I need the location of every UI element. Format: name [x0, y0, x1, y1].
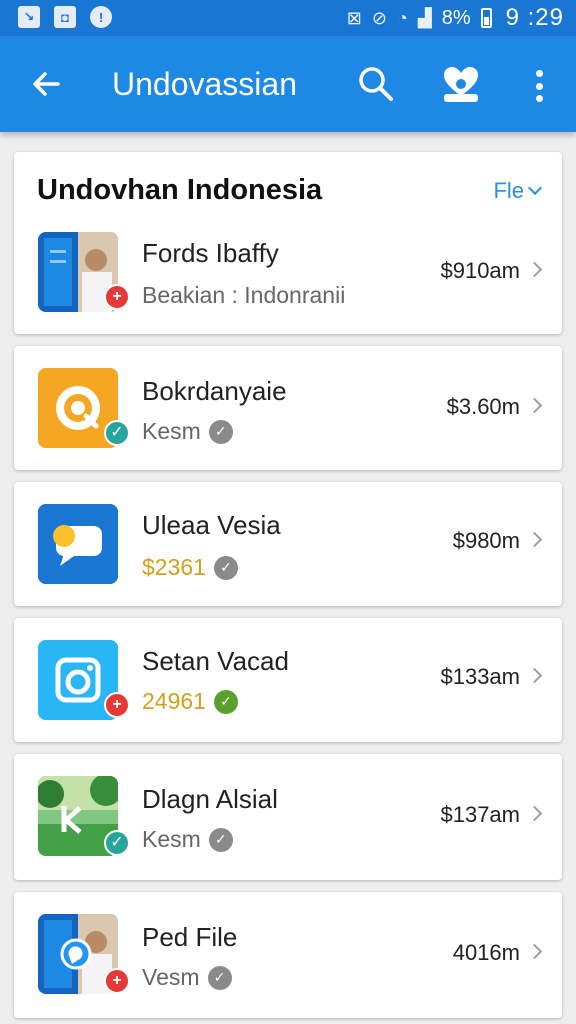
item-subtitle: Vesm ✓	[142, 964, 232, 991]
section-card: Undovhan Indonesia Fle + Fords Ibaffy Be…	[14, 152, 562, 334]
more-dot-icon	[535, 95, 543, 102]
favorite-user-button[interactable]	[440, 64, 482, 104]
wifi-icon: ◔	[396, 7, 408, 28]
more-dot-icon	[535, 70, 543, 77]
list-item[interactable]: ✓ Bokrdanyaie Kesm ✓ $3.60m	[14, 346, 562, 470]
no-signal-icon: ⊘	[371, 7, 387, 28]
heart-user-icon	[444, 67, 478, 102]
item-title: Uleaa Vesia	[142, 510, 281, 540]
verified-icon: ✓	[213, 555, 238, 580]
more-dot-icon	[535, 82, 543, 90]
search-button[interactable]	[356, 64, 396, 104]
list-item[interactable]: ✓ Dlagn Alsial Kesm ✓ $137am	[14, 754, 562, 880]
more-options-button[interactable]	[524, 66, 554, 106]
filter-label: Fle	[493, 178, 524, 203]
app-title: Undovassian	[112, 66, 297, 102]
camera-notification-icon: ◘	[54, 6, 76, 28]
item-title: Fords Ibaffy	[142, 238, 279, 268]
arrow-back-icon	[33, 72, 60, 96]
chat-bubble-app-icon	[38, 504, 118, 584]
item-price: $133am	[440, 664, 520, 689]
chevron-down-icon	[527, 180, 543, 196]
chevron-right-icon	[526, 397, 543, 414]
section-title: Undovhan Indonesia	[37, 174, 323, 206]
item-subtitle: Kesm ✓	[142, 826, 233, 853]
chevron-right-icon	[526, 531, 543, 548]
list-item[interactable]: + Fords Ibaffy Beakian : Indonranii $910…	[14, 224, 562, 334]
verified-icon: ✓	[213, 689, 238, 714]
item-title: Dlagn Alsial	[142, 784, 278, 814]
item-subtitle: Beakian : Indonranii	[142, 282, 346, 308]
search-icon	[359, 67, 393, 101]
filter-dropdown[interactable]: Fle	[493, 178, 543, 204]
item-price: $137am	[440, 802, 520, 827]
item-price: 4016m	[452, 940, 520, 965]
item-title: Bokrdanyaie	[142, 376, 287, 406]
item-price: $980m	[452, 528, 520, 553]
list-item[interactable]: + Ped File Vesm ✓ 4016m	[14, 892, 562, 1018]
info-notification-icon: !	[90, 6, 112, 28]
notification-icon: ↘	[18, 6, 40, 28]
signal-icon: ▟	[417, 7, 432, 28]
item-subtitle: 24961 ✓	[142, 688, 238, 715]
vibrate-icon: ⊠	[346, 7, 362, 28]
add-badge-icon: +	[104, 692, 130, 718]
check-badge-icon: ✓	[104, 420, 130, 446]
item-title: Setan Vacad	[142, 646, 289, 676]
list-item[interactable]: Uleaa Vesia $2361 ✓ $980m	[14, 482, 562, 606]
list-item[interactable]: + Setan Vacad 24961 ✓ $133am	[14, 618, 562, 742]
add-badge-icon: +	[104, 284, 130, 310]
back-button[interactable]	[26, 64, 66, 104]
verified-icon: ✓	[208, 419, 233, 444]
status-bar: ↘ ◘ ! ⊠ ⊘ ◔ ▟ 8% 9 :29	[0, 0, 576, 36]
item-price: $910am	[440, 258, 520, 283]
chevron-right-icon	[526, 943, 543, 960]
check-badge-icon: ✓	[104, 830, 130, 856]
item-title: Ped File	[142, 922, 238, 952]
item-price: $3.60m	[446, 394, 520, 419]
item-subtitle: $2361 ✓	[142, 554, 238, 581]
clock: 9 :29	[505, 4, 564, 31]
item-subtitle: Kesm ✓	[142, 418, 233, 445]
add-badge-icon: +	[104, 968, 130, 994]
verified-icon: ✓	[207, 965, 232, 990]
chevron-right-icon	[526, 667, 543, 684]
battery-percent: 8%	[441, 6, 471, 29]
battery-icon	[480, 8, 492, 28]
app-bar: Undovassian	[0, 36, 576, 132]
chevron-right-icon	[526, 261, 543, 278]
chevron-right-icon	[526, 805, 543, 822]
verified-icon: ✓	[208, 827, 233, 852]
